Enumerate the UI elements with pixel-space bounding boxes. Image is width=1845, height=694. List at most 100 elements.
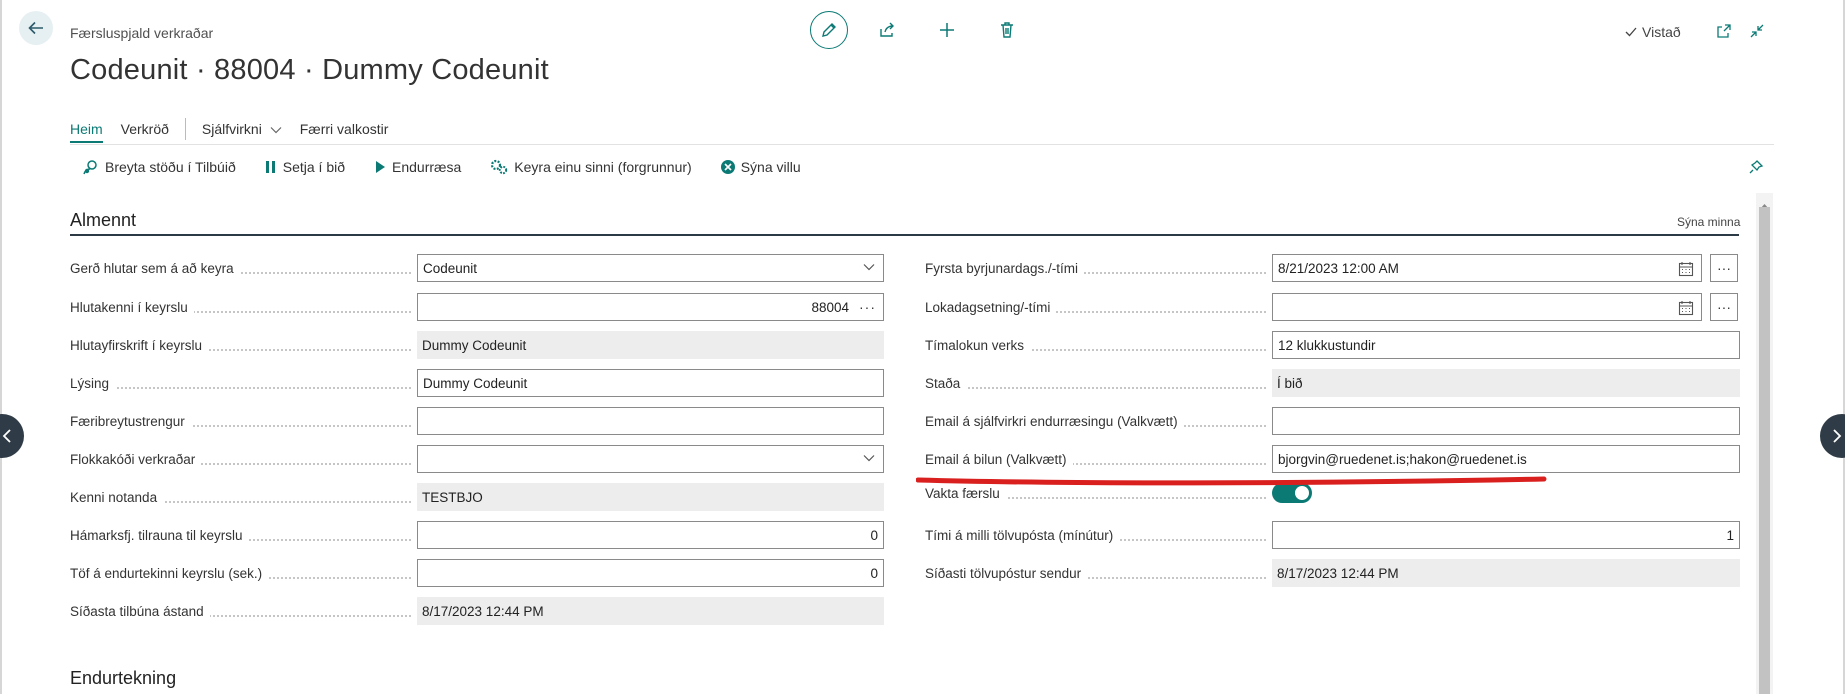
field-user-id-label: Kenni notanda: [70, 489, 164, 505]
field-max-attempts: Hámarksfj. tilrauna til keyrslu 0: [70, 521, 884, 549]
collapse-icon: [1750, 24, 1764, 38]
saved-label: Vistað: [1642, 24, 1681, 40]
earliest-start-more-button[interactable]: ···: [1710, 254, 1738, 282]
field-job-timeout-label: Tímalokun verks: [925, 337, 1031, 353]
edit-button[interactable]: [810, 11, 848, 49]
calendar-icon[interactable]: [1678, 261, 1694, 277]
last-email-sent-value: 8/17/2023 12:44 PM: [1272, 559, 1740, 587]
field-end-date-label: Lokadagsetning/-tími: [925, 299, 1057, 315]
trash-icon: [1001, 22, 1013, 38]
field-rerun-delay-label: Töf á endurtekinni keyrslu (sek.): [70, 565, 269, 581]
earliest-start-input[interactable]: 8/21/2023 12:00 AM: [1272, 254, 1702, 282]
category-code-select[interactable]: [417, 445, 884, 473]
tab-home[interactable]: Heim: [70, 121, 103, 143]
field-object-type: Gerð hlutar sem á að keyra Codeunit: [70, 254, 884, 282]
rerun-delay-input[interactable]: 0: [417, 559, 884, 587]
object-id-input[interactable]: 88004 ···: [417, 293, 884, 321]
field-parameter-string-label: Færibreytustrengur: [70, 413, 191, 429]
share-button[interactable]: [872, 15, 902, 45]
nav-separator: [184, 118, 186, 140]
tab-fewer-options[interactable]: Færri valkostir: [300, 121, 389, 143]
email-on-restart-input[interactable]: [1272, 407, 1740, 435]
show-error-label: Sýna villu: [740, 159, 801, 175]
field-earliest-start: Fyrsta byrjunardags./-tími 8/21/2023 12:…: [925, 254, 1738, 282]
parameter-string-input[interactable]: [417, 407, 884, 435]
field-monitor-entry-label: Vakta færslu: [925, 485, 1006, 501]
field-last-email-sent-label: Síðasti tölvupóstur sendur: [925, 565, 1088, 581]
previous-record-button[interactable]: [0, 414, 24, 458]
field-object-id-label: Hlutakenni í keyrslu: [70, 299, 194, 315]
put-on-hold-button[interactable]: Setja í bið: [264, 159, 345, 175]
description-input[interactable]: Dummy Codeunit: [417, 369, 884, 397]
next-record-button[interactable]: [1820, 414, 1845, 458]
section-title-recurrence: Endurtekning: [70, 668, 177, 688]
field-email-on-failure-label: Email á bilun (Valkvætt): [925, 451, 1073, 467]
field-end-date: Lokadagsetning/-tími ···: [925, 293, 1738, 321]
back-button[interactable]: [19, 11, 53, 45]
calendar-icon[interactable]: [1678, 300, 1694, 316]
chevron-down-icon: [270, 127, 282, 134]
put-on-hold-label: Setja í bið: [282, 159, 346, 175]
field-description-label: Lýsing: [70, 375, 116, 391]
email-interval-input[interactable]: 1: [1272, 521, 1740, 549]
run-once-foreground-label: Keyra einu sinni (forgrunnur): [514, 159, 692, 175]
new-button[interactable]: [932, 15, 962, 45]
popout-icon: [1717, 24, 1731, 38]
page-title: Codeunit · 88004 · Dummy Codeunit: [70, 54, 549, 86]
max-attempts-input[interactable]: 0: [417, 521, 884, 549]
section-title-general: Almennt: [70, 210, 137, 230]
job-timeout-input[interactable]: 12 klukkustundir: [1272, 331, 1740, 359]
change-status-ready-button[interactable]: Breyta stöðu í Tilbúið: [82, 158, 236, 176]
error-icon: [720, 160, 735, 174]
field-earliest-start-label: Fyrsta byrjunardags./-tími: [925, 260, 1085, 276]
field-category-code: Flokkakóði verkraðar: [70, 445, 884, 473]
open-new-window-button[interactable]: [1716, 23, 1732, 44]
field-parameter-string: Færibreytustrengur: [70, 407, 884, 435]
lookup-ellipsis-icon[interactable]: ···: [859, 299, 876, 315]
nav-tabs: Heim Verkröð Sjálfvirkni Færri valkostir: [70, 118, 406, 146]
end-date-input[interactable]: [1272, 293, 1702, 321]
restart-button[interactable]: Endurræsa: [373, 159, 461, 175]
chevron-left-icon: [2, 429, 11, 443]
last-ready-state-value: 8/17/2023 12:44 PM: [417, 597, 884, 625]
tab-job-queue[interactable]: Verkröð: [121, 121, 169, 143]
field-email-interval: Tími á milli tölvupósta (mínútur) 1: [925, 521, 1740, 549]
end-date-more-button[interactable]: ···: [1710, 293, 1738, 321]
field-last-ready-state-label: Síðasta tilbúna ástand: [70, 603, 210, 619]
object-type-select[interactable]: Codeunit: [417, 254, 884, 282]
window-frame-left: [0, 0, 2, 694]
tab-automation[interactable]: Sjálfvirkni: [202, 121, 282, 143]
pause-icon: [265, 161, 275, 173]
pin-actions-button[interactable]: [1748, 159, 1764, 180]
plus-icon: [940, 23, 954, 37]
field-max-attempts-label: Hámarksfj. tilrauna til keyrslu: [70, 527, 249, 543]
field-email-on-failure: Email á bilun (Valkvætt) bjorgvin@rueden…: [925, 445, 1740, 473]
field-category-code-label: Flokkakóði verkraðar: [70, 451, 202, 467]
field-last-email-sent: Síðasti tölvupóstur sendur 8/17/2023 12:…: [925, 559, 1740, 587]
run-once-foreground-button[interactable]: Keyra einu sinni (forgrunnur): [489, 158, 692, 176]
email-on-failure-input[interactable]: bjorgvin@ruedenet.is;hakon@ruedenet.is: [1272, 445, 1740, 473]
run-gears-icon: [491, 159, 508, 175]
pin-icon: [1749, 160, 1764, 174]
show-error-button[interactable]: Sýna villu: [720, 159, 801, 175]
field-last-ready-state: Síðasta tilbúna ástand 8/17/2023 12:44 P…: [70, 597, 884, 625]
object-type-value: Codeunit: [423, 260, 478, 276]
tab-automation-label: Sjálfvirkni: [201, 121, 262, 137]
user-id-value: TESTBJO: [417, 483, 884, 511]
field-status: Staða Í bið: [925, 369, 1740, 397]
action-bar: Breyta stöðu í Tilbúið Setja í bið Endur…: [82, 158, 829, 176]
play-icon: [376, 161, 386, 173]
earliest-start-value: 8/21/2023 12:00 AM: [1278, 260, 1399, 276]
saved-status: Vistað: [1624, 24, 1681, 40]
field-object-type-label: Gerð hlutar sem á að keyra: [70, 260, 240, 276]
top-actions: [810, 11, 1052, 49]
object-id-value: 88004: [811, 299, 849, 315]
arrow-left-icon: [28, 21, 43, 35]
delete-button[interactable]: [992, 15, 1022, 45]
show-less-link[interactable]: Sýna minna: [1677, 215, 1740, 229]
field-description: Lýsing Dummy Codeunit: [70, 369, 884, 397]
collapse-button[interactable]: [1749, 23, 1765, 44]
scrollbar-thumb[interactable]: [1759, 207, 1770, 694]
field-email-on-restart: Email á sjálfvirkri endurræsingu (Valkvæ…: [925, 407, 1740, 435]
chevron-right-icon: [1833, 429, 1842, 443]
